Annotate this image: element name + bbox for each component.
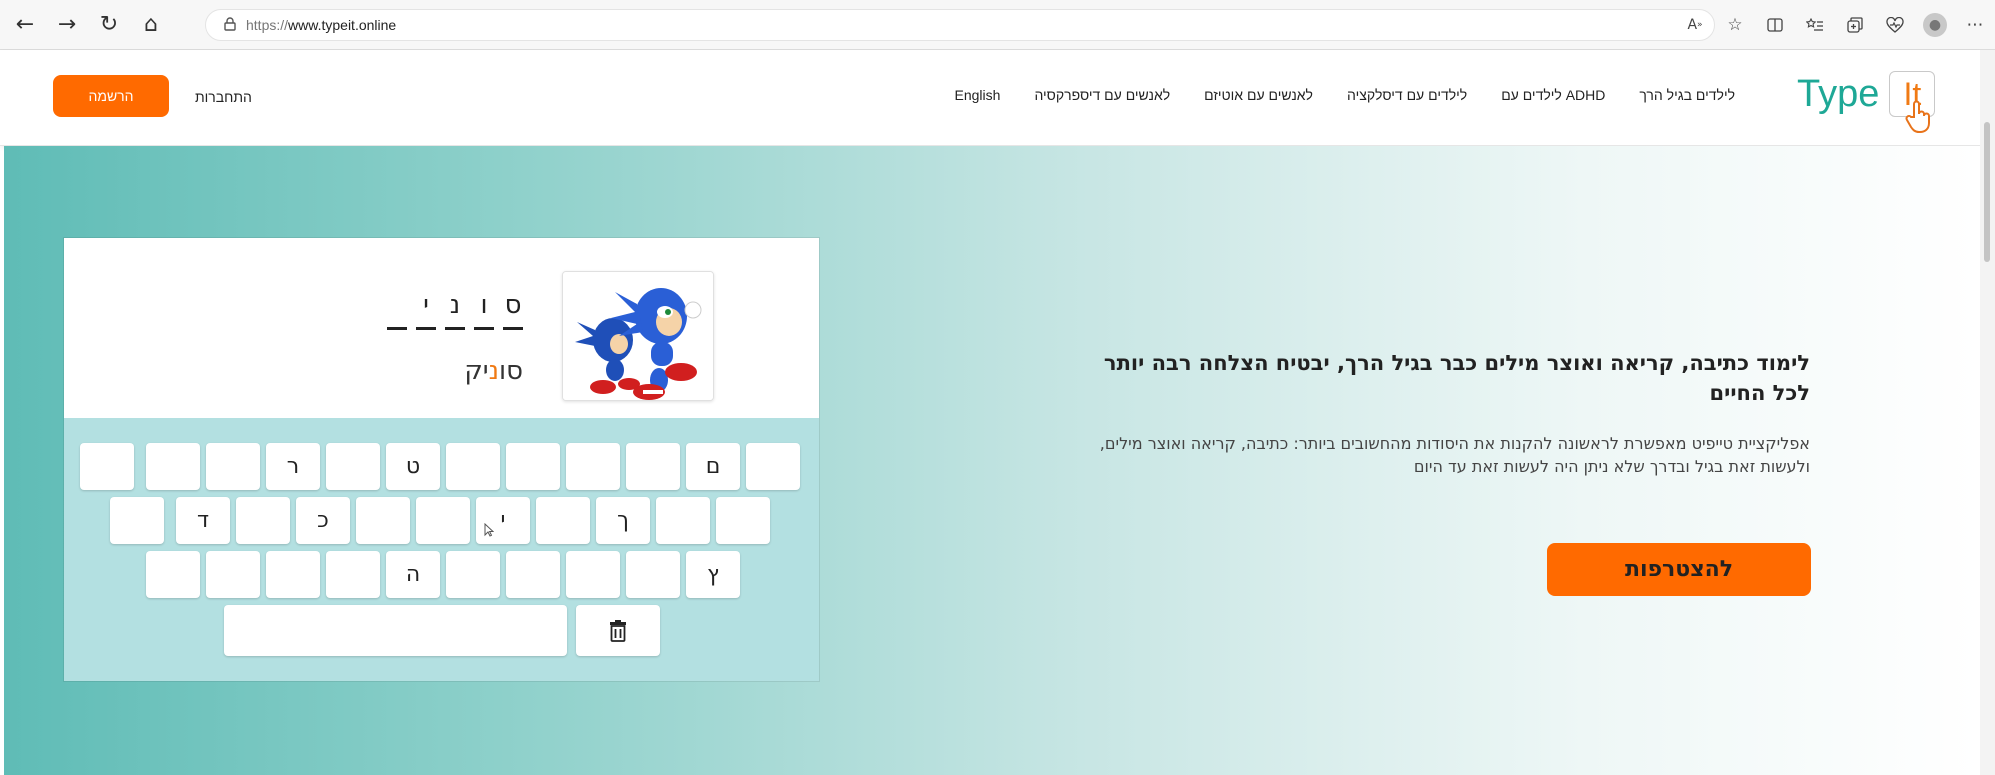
word-panel: ס ו נ י סוניק (64, 238, 819, 418)
word-slot: י (416, 290, 436, 330)
nav-item-english[interactable]: English (955, 87, 1001, 103)
avatar: ● (1923, 13, 1947, 37)
home-icon: ⌂ (144, 12, 158, 37)
url-prefix: https:// (246, 17, 289, 33)
keyboard-key[interactable] (266, 551, 320, 598)
profile-button[interactable]: ● (1915, 8, 1955, 42)
nav-item-autism[interactable]: לאנשים עם אוטיזם (1204, 87, 1313, 103)
keyboard-key[interactable] (746, 443, 800, 490)
keyboard-key[interactable] (566, 443, 620, 490)
page-scrollbar[interactable] (1980, 50, 1995, 775)
word-slots: ס ו נ י (387, 290, 523, 330)
home-button[interactable]: ⌂ (134, 8, 168, 42)
keyboard-key[interactable] (446, 443, 500, 490)
collections-icon[interactable] (1835, 8, 1875, 42)
word-slot (387, 290, 407, 330)
word-slot: נ (445, 290, 465, 330)
mouse-pointer-icon (484, 522, 495, 540)
keyboard-key[interactable] (206, 443, 260, 490)
keyboard-key[interactable]: כ (296, 497, 350, 544)
main-nav: לילדים בגיל הרך לילדים עם ADHD לילדים עם… (955, 80, 1735, 110)
scrollbar-thumb[interactable] (1984, 122, 1990, 262)
nav-item-dyslexia[interactable]: לילדים עם דיסלקציה (1347, 87, 1467, 103)
hero-headline: לימוד כתיבה, קריאה ואוצר מילים כבר בגיל … (1103, 351, 1810, 405)
favorite-star-icon[interactable]: ☆ (1715, 8, 1755, 42)
hand-cursor-icon (1905, 100, 1933, 141)
more-menu-button[interactable]: ⋯ (1955, 8, 1995, 42)
keyboard-key[interactable] (506, 551, 560, 598)
read-aloud-icon[interactable]: A» (1675, 8, 1715, 42)
keyboard-key[interactable] (80, 443, 134, 490)
keyboard-key[interactable] (356, 497, 410, 544)
keyboard-key[interactable] (206, 551, 260, 598)
keyboard-key[interactable] (416, 497, 470, 544)
word-slot: ס (503, 290, 523, 330)
delete-key[interactable] (576, 605, 660, 656)
keyboard-key[interactable] (110, 497, 164, 544)
character-picture (562, 271, 714, 401)
keyboard-key[interactable] (626, 551, 680, 598)
lock-icon (224, 16, 236, 34)
space-key[interactable] (224, 605, 567, 656)
site-header: Type It לילדים בגיל הרך לילדים עם ADHD ל… (0, 50, 1980, 146)
hint-part: יק (464, 356, 489, 386)
signup-button[interactable]: הרשמה (53, 75, 169, 117)
refresh-icon: ↻ (99, 12, 119, 37)
keyboard-key[interactable]: ה (386, 551, 440, 598)
browser-essentials-icon[interactable] (1875, 8, 1915, 42)
word-hint: סוניק (464, 356, 523, 386)
keyboard-key[interactable] (146, 551, 200, 598)
back-button[interactable]: ← (8, 8, 42, 42)
word-slot: ו (474, 290, 494, 330)
ellipsis-icon: ⋯ (1966, 15, 1984, 35)
sonic-image (563, 272, 713, 400)
split-screen-icon[interactable] (1755, 8, 1795, 42)
logo-type-text: Type (1797, 72, 1880, 115)
join-button[interactable]: להצטרפות (1547, 543, 1811, 596)
nav-item-dyspraxia[interactable]: לאנשים עם דיספרקסיה (1034, 87, 1170, 103)
keyboard-key[interactable]: ט (386, 443, 440, 490)
keyboard-key[interactable]: ד (176, 497, 230, 544)
keyboard-key[interactable] (536, 497, 590, 544)
nav-item-adhd[interactable]: לילדים עם ADHD (1501, 87, 1605, 103)
browser-toolbar: ← → ↻ ⌂ https://www.typeit.online A» ☆ ●… (0, 0, 1995, 50)
hero-subtext: אפליקציית טייפיט מאפשרת לראשונה להקנות א… (1099, 434, 1810, 476)
keyboard-key[interactable] (716, 497, 770, 544)
typing-demo: ס ו נ י סוניק ם ט ר ך י כ ד ץ ה (64, 238, 819, 681)
browser-actions: A» ☆ ● ⋯ (1675, 0, 1995, 50)
back-arrow-icon: ← (15, 12, 35, 37)
keyboard-key[interactable]: ץ (686, 551, 740, 598)
forward-button[interactable]: → (50, 8, 84, 42)
hint-highlight: נ (488, 356, 500, 386)
keyboard-key[interactable] (326, 443, 380, 490)
keyboard-key[interactable] (236, 497, 290, 544)
url-domain: www.typeit.online (288, 17, 397, 33)
login-link[interactable]: התחברות (195, 89, 252, 105)
keyboard-key[interactable] (326, 551, 380, 598)
keyboard-key[interactable]: ך (596, 497, 650, 544)
trash-icon (610, 619, 626, 642)
keyboard-key[interactable] (656, 497, 710, 544)
address-bar[interactable]: https://www.typeit.online (205, 9, 1715, 41)
refresh-button[interactable]: ↻ (92, 8, 126, 42)
forward-arrow-icon: → (57, 12, 77, 37)
keyboard-key[interactable] (146, 443, 200, 490)
keyboard-key[interactable] (506, 443, 560, 490)
keyboard-key[interactable] (626, 443, 680, 490)
hint-part: סו (499, 356, 523, 386)
keyboard-key[interactable]: ם (686, 443, 740, 490)
keyboard-key[interactable] (566, 551, 620, 598)
favorites-list-icon[interactable] (1795, 8, 1835, 42)
nav-item-early-childhood[interactable]: לילדים בגיל הרך (1639, 87, 1735, 103)
keyboard-key[interactable]: ר (266, 443, 320, 490)
keyboard-key[interactable] (446, 551, 500, 598)
